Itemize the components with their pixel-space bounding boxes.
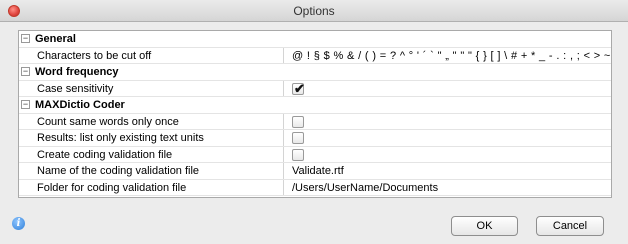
category-general[interactable]: − General <box>19 31 611 48</box>
property-value-cell <box>283 146 611 162</box>
property-row-create-validation-file: Create coding validation file <box>19 146 611 163</box>
title-bar: Options <box>0 0 628 22</box>
property-label: Create coding validation file <box>37 148 173 161</box>
category-label: General <box>35 33 76 45</box>
create-validation-file-checkbox[interactable] <box>292 148 304 161</box>
category-word-frequency[interactable]: − Word frequency <box>19 64 611 81</box>
property-row-validation-folder: Folder for coding validation file /Users… <box>19 179 611 196</box>
property-row-count-same-words: Count same words only once <box>19 113 611 130</box>
list-existing-text-units-checkbox[interactable] <box>292 132 304 144</box>
category-label: MAXDictio Coder <box>35 99 125 111</box>
validation-folder-field[interactable]: /Users/UserName/Documents <box>283 179 611 195</box>
options-window: Options − General Characters to be cut o… <box>0 0 628 244</box>
property-value-cell: ✔ <box>283 80 611 96</box>
property-label: Folder for coding validation file <box>37 181 187 194</box>
property-row-characters-cut-off: Characters to be cut off @ ! § $ % & / (… <box>19 47 611 64</box>
info-icon[interactable]: i <box>12 217 25 230</box>
property-grid: − General Characters to be cut off @ ! §… <box>18 30 612 198</box>
property-value-cell <box>283 113 611 129</box>
property-row-list-existing-text-units: Results: list only existing text units <box>19 130 611 147</box>
characters-cut-off-field[interactable]: @ ! § $ % & / ( ) = ? ^ ° ' ´ ` " „ " " … <box>283 47 611 63</box>
collapse-icon[interactable]: − <box>21 100 30 109</box>
property-row-validation-file-name: Name of the coding validation file Valid… <box>19 163 611 180</box>
case-sensitivity-checkbox[interactable]: ✔ <box>292 80 305 96</box>
property-row-case-sensitivity: Case sensitivity ✔ <box>19 80 611 97</box>
collapse-icon[interactable]: − <box>21 67 30 76</box>
validation-file-name-field[interactable]: Validate.rtf <box>283 163 611 179</box>
category-label: Word frequency <box>35 66 119 78</box>
property-value-cell <box>283 130 611 146</box>
cancel-button[interactable]: Cancel <box>536 216 604 236</box>
property-label: Case sensitivity <box>37 82 114 95</box>
checkmark-icon: ✔ <box>294 80 305 96</box>
count-same-words-checkbox[interactable] <box>292 115 304 128</box>
property-label: Name of the coding validation file <box>37 165 200 177</box>
property-label: Count same words only once <box>37 115 179 128</box>
property-label: Characters to be cut off <box>37 49 152 62</box>
category-maxdictio-coder[interactable]: − MAXDictio Coder <box>19 97 611 114</box>
collapse-icon[interactable]: − <box>21 34 30 43</box>
property-label: Results: list only existing text units <box>37 132 204 144</box>
ok-button[interactable]: OK <box>451 216 518 236</box>
window-title: Options <box>293 4 335 18</box>
